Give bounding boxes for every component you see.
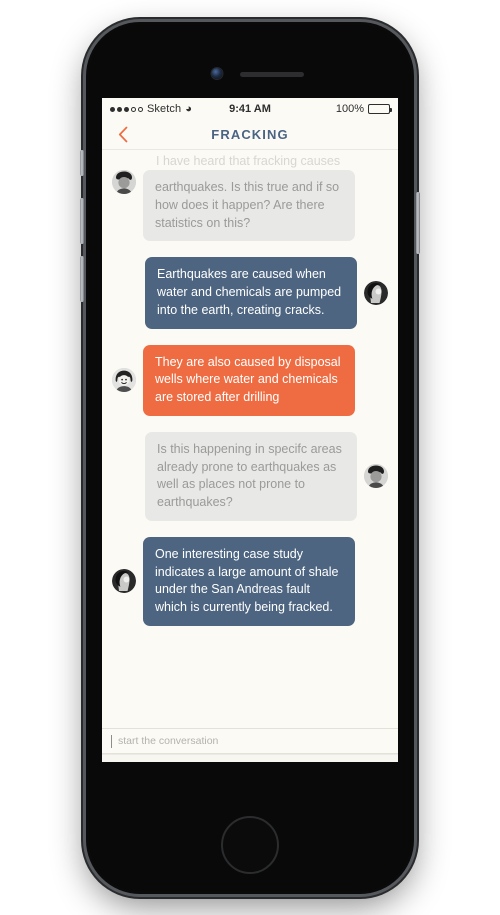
avatar-woman-side-icon (364, 281, 388, 305)
volume-down-button[interactable] (80, 256, 84, 302)
message-row[interactable]: Earthquakes are caused when water and ch… (112, 257, 388, 329)
avatar-woman-smiling-icon (112, 368, 136, 393)
home-button[interactable] (221, 816, 279, 874)
avatar-woman-side-icon (112, 569, 136, 594)
avatar-man-dark-icon (364, 464, 388, 489)
message-bubble: One interesting case study indicates a l… (143, 536, 355, 626)
tab-favorites[interactable] (345, 759, 391, 763)
message-bubble: They are also caused by disposal wells w… (143, 344, 355, 416)
message-row[interactable]: earthquakes. Is this true and if so how … (112, 170, 388, 242)
text-cursor (111, 734, 112, 748)
tab-recent[interactable] (168, 759, 214, 763)
avatar[interactable] (364, 281, 388, 305)
avatar[interactable] (112, 368, 136, 393)
message-input-placeholder[interactable]: start the conversation (118, 735, 218, 747)
battery-icon (368, 104, 392, 114)
page-title: FRACKING (211, 127, 289, 142)
nav-bar: FRACKING (102, 120, 398, 150)
message-row[interactable]: Is this happening in specifc areas alrea… (112, 431, 388, 521)
phone-screen: Sketch ◕ 9:41 AM 100% FRACKING I have he… (102, 98, 398, 762)
tab-profile[interactable] (227, 759, 273, 763)
message-row[interactable]: They are also caused by disposal wells w… (112, 344, 388, 416)
tab-bar[interactable] (102, 754, 398, 762)
avatar[interactable] (112, 569, 136, 594)
message-composer[interactable]: start the conversation (102, 728, 398, 754)
scrolled-off-message-peek: I have heard that fracking causes (156, 154, 341, 168)
message-bubble: earthquakes. Is this true and if so how … (143, 170, 355, 242)
avatar[interactable] (364, 464, 388, 489)
avatar[interactable] (112, 170, 136, 195)
silent-switch[interactable] (80, 150, 84, 176)
avatar-man-dark-icon (112, 170, 136, 195)
phone-frame: Sketch ◕ 9:41 AM 100% FRACKING I have he… (80, 22, 420, 894)
message-row[interactable]: One interesting case study indicates a l… (112, 536, 388, 626)
message-bubble: Is this happening in specifc areas alrea… (145, 431, 357, 521)
volume-up-button[interactable] (80, 198, 84, 244)
power-button[interactable] (416, 192, 420, 254)
tab-messages[interactable] (286, 759, 332, 763)
message-bubble: Earthquakes are caused when water and ch… (145, 257, 357, 329)
tab-network[interactable] (109, 759, 155, 763)
status-bar-time: 9:41 AM (229, 103, 271, 115)
front-camera-icon (211, 68, 223, 79)
status-bar: Sketch ◕ 9:41 AM 100% (102, 98, 398, 120)
speaker-grille (240, 72, 304, 77)
message-list[interactable]: I have heard that fracking causes earthq… (102, 150, 398, 728)
